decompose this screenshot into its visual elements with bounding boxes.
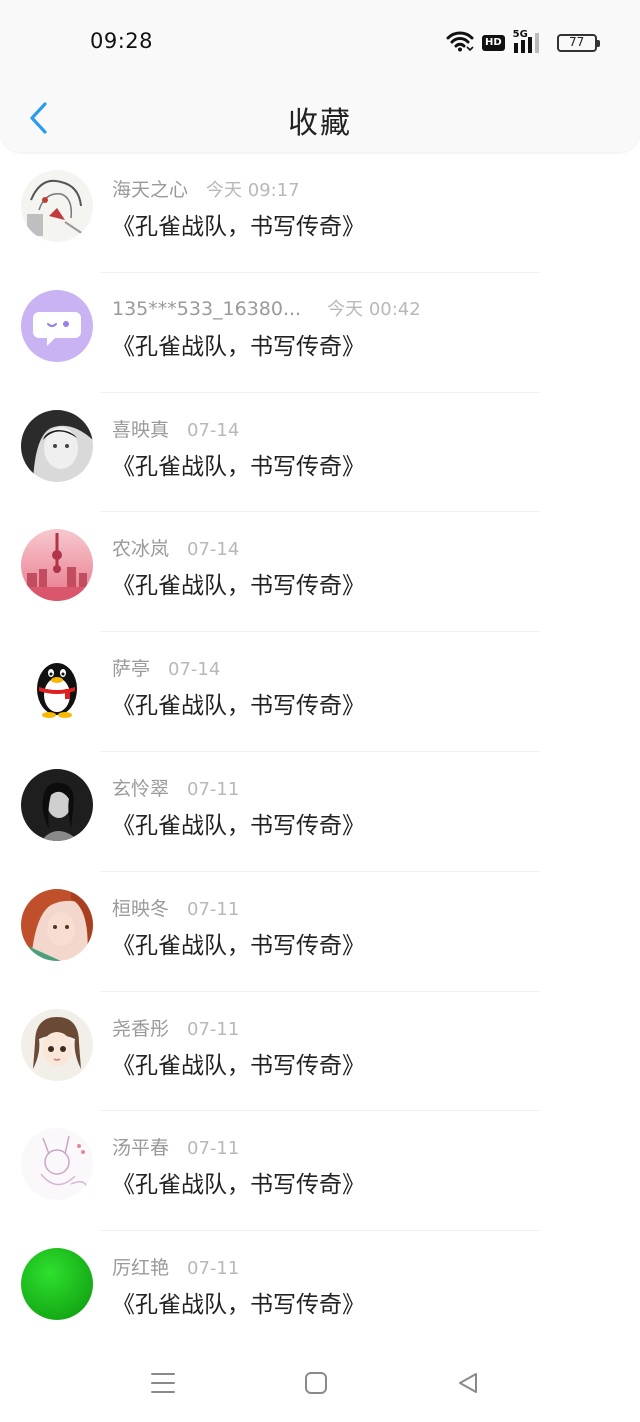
item-author: 135***533_16380...	[112, 297, 302, 320]
item-author: 玄怜翠	[112, 777, 170, 800]
item-author: 萨亭	[112, 658, 151, 681]
item-title: 《孔雀战队，书写传奇》	[112, 214, 365, 240]
system-nav-bar	[0, 1342, 640, 1422]
home-button[interactable]	[296, 1368, 336, 1398]
item-title: 《孔雀战队，书写传奇》	[112, 1292, 365, 1319]
list-item[interactable]: 农冰岚 07-14 《孔雀战队，书写传奇》	[0, 512, 640, 633]
item-time: 07-14	[187, 419, 240, 441]
item-time: 07-11	[187, 1138, 240, 1160]
item-time: 07-14	[187, 539, 240, 561]
item-title: 《孔雀战队，书写传奇》	[112, 932, 365, 959]
list-item[interactable]: 萨亭 07-14 《孔雀战队，书写传奇》	[0, 632, 640, 752]
item-title: 《孔雀战队，书写传奇》	[112, 573, 365, 600]
item-title: 《孔雀战队，书写传奇》	[112, 812, 365, 839]
item-time: 07-11	[187, 898, 240, 920]
item-title: 《孔雀战队，书写传奇》	[112, 693, 365, 720]
menu-icon	[151, 1373, 175, 1393]
status-time: 09:28	[90, 29, 154, 53]
item-title: 《孔雀战队，书写传奇》	[112, 1172, 365, 1199]
item-title: 《孔雀战队，书写传奇》	[112, 333, 365, 360]
avatar	[21, 170, 93, 242]
avatar	[21, 529, 93, 602]
list-item[interactable]: 桓映冬 07-11 《孔雀战队，书写传奇》	[0, 872, 640, 992]
back-nav-button[interactable]	[448, 1368, 488, 1398]
list-item[interactable]: 尧香彤 07-11 《孔雀战队，书写传奇》	[0, 992, 640, 1112]
item-title: 《孔雀战队，书写传奇》	[112, 1052, 365, 1079]
avatar	[21, 888, 93, 961]
status-icons: HD 5G 77	[446, 29, 600, 56]
avatar	[21, 1248, 93, 1321]
item-time: 今天 00:42	[327, 298, 421, 320]
signal-icon: 5G	[513, 29, 543, 55]
menu-button[interactable]	[143, 1368, 183, 1398]
item-time: 07-11	[187, 1018, 240, 1040]
avatar	[21, 409, 93, 482]
item-author: 尧香彤	[112, 1017, 170, 1040]
item-title: 《孔雀战队，书写传奇》	[112, 453, 365, 480]
item-author: 农冰岚	[112, 538, 170, 561]
list-item[interactable]: 海天之心 今天 09:17 《孔雀战队，书写传奇》	[0, 153, 640, 273]
avatar	[21, 649, 93, 722]
list-item[interactable]: 汤平春 07-11 《孔雀战队，书写传奇》	[0, 1111, 640, 1232]
battery-level: 77	[569, 35, 585, 49]
favorites-list: 海天之心 今天 09:17 《孔雀战队，书写传奇》 135***533_16380…	[0, 153, 640, 1351]
home-square-icon	[305, 1372, 327, 1394]
avatar	[21, 1128, 93, 1201]
item-author: 汤平春	[112, 1137, 170, 1160]
list-item[interactable]: 135***533_16380... 今天 00:42 《孔雀战队，书写传奇》	[0, 273, 640, 393]
wifi-icon	[446, 30, 474, 56]
list-item[interactable]: 玄怜翠 07-11 《孔雀战队，书写传奇》	[0, 752, 640, 872]
item-author: 桓映冬	[112, 897, 170, 920]
list-item[interactable]: 厉红艳 07-11 《孔雀战队，书写传奇》	[0, 1231, 640, 1351]
page-title: 收藏	[288, 106, 352, 141]
item-author: 海天之心	[112, 179, 189, 201]
item-author: 厉红艳	[112, 1257, 170, 1280]
item-author: 喜映真	[112, 418, 170, 441]
avatar	[21, 768, 93, 841]
top-bar: 09:28 HD 5G 77 收藏	[0, 0, 640, 152]
avatar	[21, 1008, 93, 1081]
battery-icon: 77	[556, 34, 600, 52]
item-time: 07-11	[187, 1258, 240, 1280]
back-triangle-icon	[459, 1373, 477, 1393]
list-item[interactable]: 喜映真 07-14 《孔雀战队，书写传奇》	[0, 393, 640, 513]
item-time: 07-11	[187, 778, 240, 800]
item-time: 07-14	[168, 659, 221, 681]
item-time: 今天 09:17	[206, 180, 300, 201]
hd-badge: HD	[482, 35, 505, 51]
avatar	[21, 289, 93, 362]
